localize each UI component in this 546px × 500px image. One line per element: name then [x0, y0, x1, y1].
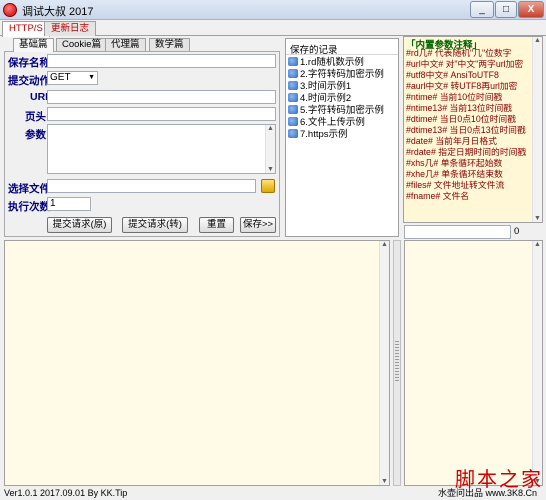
grip-icon [395, 341, 399, 381]
window-title: 调试大叔 2017 [22, 6, 94, 18]
ie-icon [288, 93, 298, 102]
ie-icon [288, 105, 298, 114]
secondary-output-pane[interactable]: ▲ ▼ [404, 240, 543, 486]
list-item[interactable]: 3.时间示例1 [288, 81, 351, 93]
param-note: #xhs几# 单条循环起始数 [406, 158, 503, 168]
file-label: 选择文件 [8, 183, 50, 195]
param-note: #dtime13# 当日0点13位时间戳 [406, 125, 526, 135]
params-notes-scrollbar[interactable]: ▲ ▼ [532, 37, 542, 222]
list-item[interactable]: 6.文件上传示例 [288, 117, 365, 129]
history-item-label: 1.rd随机数示例 [300, 57, 364, 68]
ie-icon [288, 129, 298, 138]
param-note: #rdate# 指定日期时间的时间戳 [406, 147, 527, 157]
ie-icon [288, 69, 298, 78]
scroll-down-icon[interactable]: ▼ [533, 215, 542, 222]
counter-input[interactable] [404, 225, 511, 239]
action-label: 提交动作 [8, 75, 50, 87]
param-note: #dtime# 当日0点10位时间戳 [406, 114, 516, 124]
ie-icon [288, 57, 298, 66]
folder-icon[interactable] [261, 179, 275, 193]
builtin-params-panel: 「内置参数注释」 #rd几# 代表随机"几"位数字 #url中文# 对"中文"两… [403, 36, 543, 223]
param-note: #files# 文件地址转文件流 [406, 180, 505, 190]
param-note: #aurl中文# 转UTF8再url加密 [406, 81, 518, 91]
tab-update-log[interactable]: 更新日志 [44, 21, 97, 36]
param-note: #fname# 文件名 [406, 191, 470, 201]
list-item[interactable]: 2.字符转码加密示例 [288, 69, 384, 81]
tab-basic[interactable]: 基础篇 [13, 38, 54, 52]
ie-icon [288, 81, 298, 90]
close-button[interactable]: X [518, 1, 544, 18]
params-label: 参数 [25, 129, 46, 141]
url-input[interactable] [47, 90, 276, 104]
splitter-handle[interactable] [393, 240, 401, 486]
save-name-label: 保存名称 [8, 57, 50, 69]
publisher-text: 水壶问出品 www.3K8.Cn [438, 488, 538, 498]
list-item[interactable]: 1.rd随机数示例 [288, 57, 364, 69]
tab-cookie[interactable]: Cookie篇 [56, 38, 108, 51]
history-item-label: 2.字符转码加密示例 [300, 69, 384, 80]
reset-button[interactable]: 重置 [199, 217, 234, 233]
submit-convert-button[interactable]: 提交请求(转) [122, 217, 188, 233]
saved-records-panel: 保存的记录 1.rd随机数示例 2.字符转码加密示例 3.时间示例1 4.时间示… [285, 38, 399, 237]
history-item-label: 3.时间示例1 [300, 81, 352, 92]
tab-https[interactable]: HTTP/S [2, 21, 50, 37]
param-note: #url中文# 对"中文"两字url加密 [406, 59, 524, 69]
list-item[interactable]: 7.https示例 [288, 129, 348, 141]
list-item[interactable]: 5.字符转码加密示例 [288, 105, 384, 117]
param-note: #utf8中文# AnsiToUTF8 [406, 70, 499, 80]
history-item-label: 7.https示例 [300, 129, 348, 140]
param-note: #xhe几# 单条循环结束数 [406, 169, 503, 179]
param-note: #ntime13# 当前13位时间戳 [406, 103, 513, 113]
action-select[interactable]: GET ▼ [47, 71, 98, 85]
history-item-label: 4.时间示例2 [300, 93, 352, 104]
page-header-label: 页头 [25, 111, 46, 123]
file-input[interactable] [47, 179, 256, 193]
response-scrollbar[interactable]: ▲ ▼ [379, 241, 389, 485]
minimize-button[interactable]: _ [470, 1, 494, 18]
scroll-up-icon[interactable]: ▲ [533, 241, 542, 248]
tab-math[interactable]: 数学篇 [149, 38, 190, 51]
action-select-value: GET [50, 72, 71, 83]
response-output-pane[interactable]: ▲ ▼ [4, 240, 390, 486]
param-note: #ntime# 当前10位时间戳 [406, 92, 503, 102]
chevron-down-icon: ▼ [88, 74, 95, 81]
exec-count-input[interactable]: 1 [47, 197, 91, 211]
counter-value: 0 [514, 226, 520, 237]
history-item-label: 6.文件上传示例 [300, 117, 365, 128]
app-icon [3, 3, 17, 17]
scroll-up-icon[interactable]: ▲ [380, 241, 389, 248]
tab-proxy[interactable]: 代理篇 [105, 38, 146, 51]
maximize-button[interactable]: □ [495, 1, 517, 18]
history-item-label: 5.字符转码加密示例 [300, 105, 384, 116]
exec-count-label: 执行次数 [8, 201, 50, 213]
param-note: #rd几# 代表随机"几"位数字 [406, 48, 512, 58]
params-textarea[interactable]: ▲ ▼ [47, 124, 276, 174]
scroll-up-icon[interactable]: ▲ [533, 37, 542, 44]
page-header-input[interactable] [47, 107, 276, 121]
scroll-up-icon[interactable]: ▲ [266, 125, 275, 132]
scroll-down-icon[interactable]: ▼ [266, 166, 275, 173]
param-note: #date# 当前年月日格式 [406, 136, 497, 146]
params-scrollbar[interactable]: ▲ ▼ [265, 125, 275, 173]
submit-raw-button[interactable]: 提交请求(原) [47, 217, 112, 233]
save-name-input[interactable] [47, 54, 276, 68]
ie-icon [288, 117, 298, 126]
secondary-scrollbar[interactable]: ▲ ▼ [532, 241, 542, 485]
version-text: Ver1.0.1 2017.09.01 By KK.Tip [4, 488, 128, 498]
scroll-down-icon[interactable]: ▼ [380, 478, 389, 485]
status-bar: Ver1.0.1 2017.09.01 By KK.Tip 水壶问出品 www.… [0, 488, 546, 500]
save-button[interactable]: 保存>> [240, 217, 276, 233]
list-item[interactable]: 4.时间示例2 [288, 93, 351, 105]
saved-records-divider [286, 54, 398, 55]
